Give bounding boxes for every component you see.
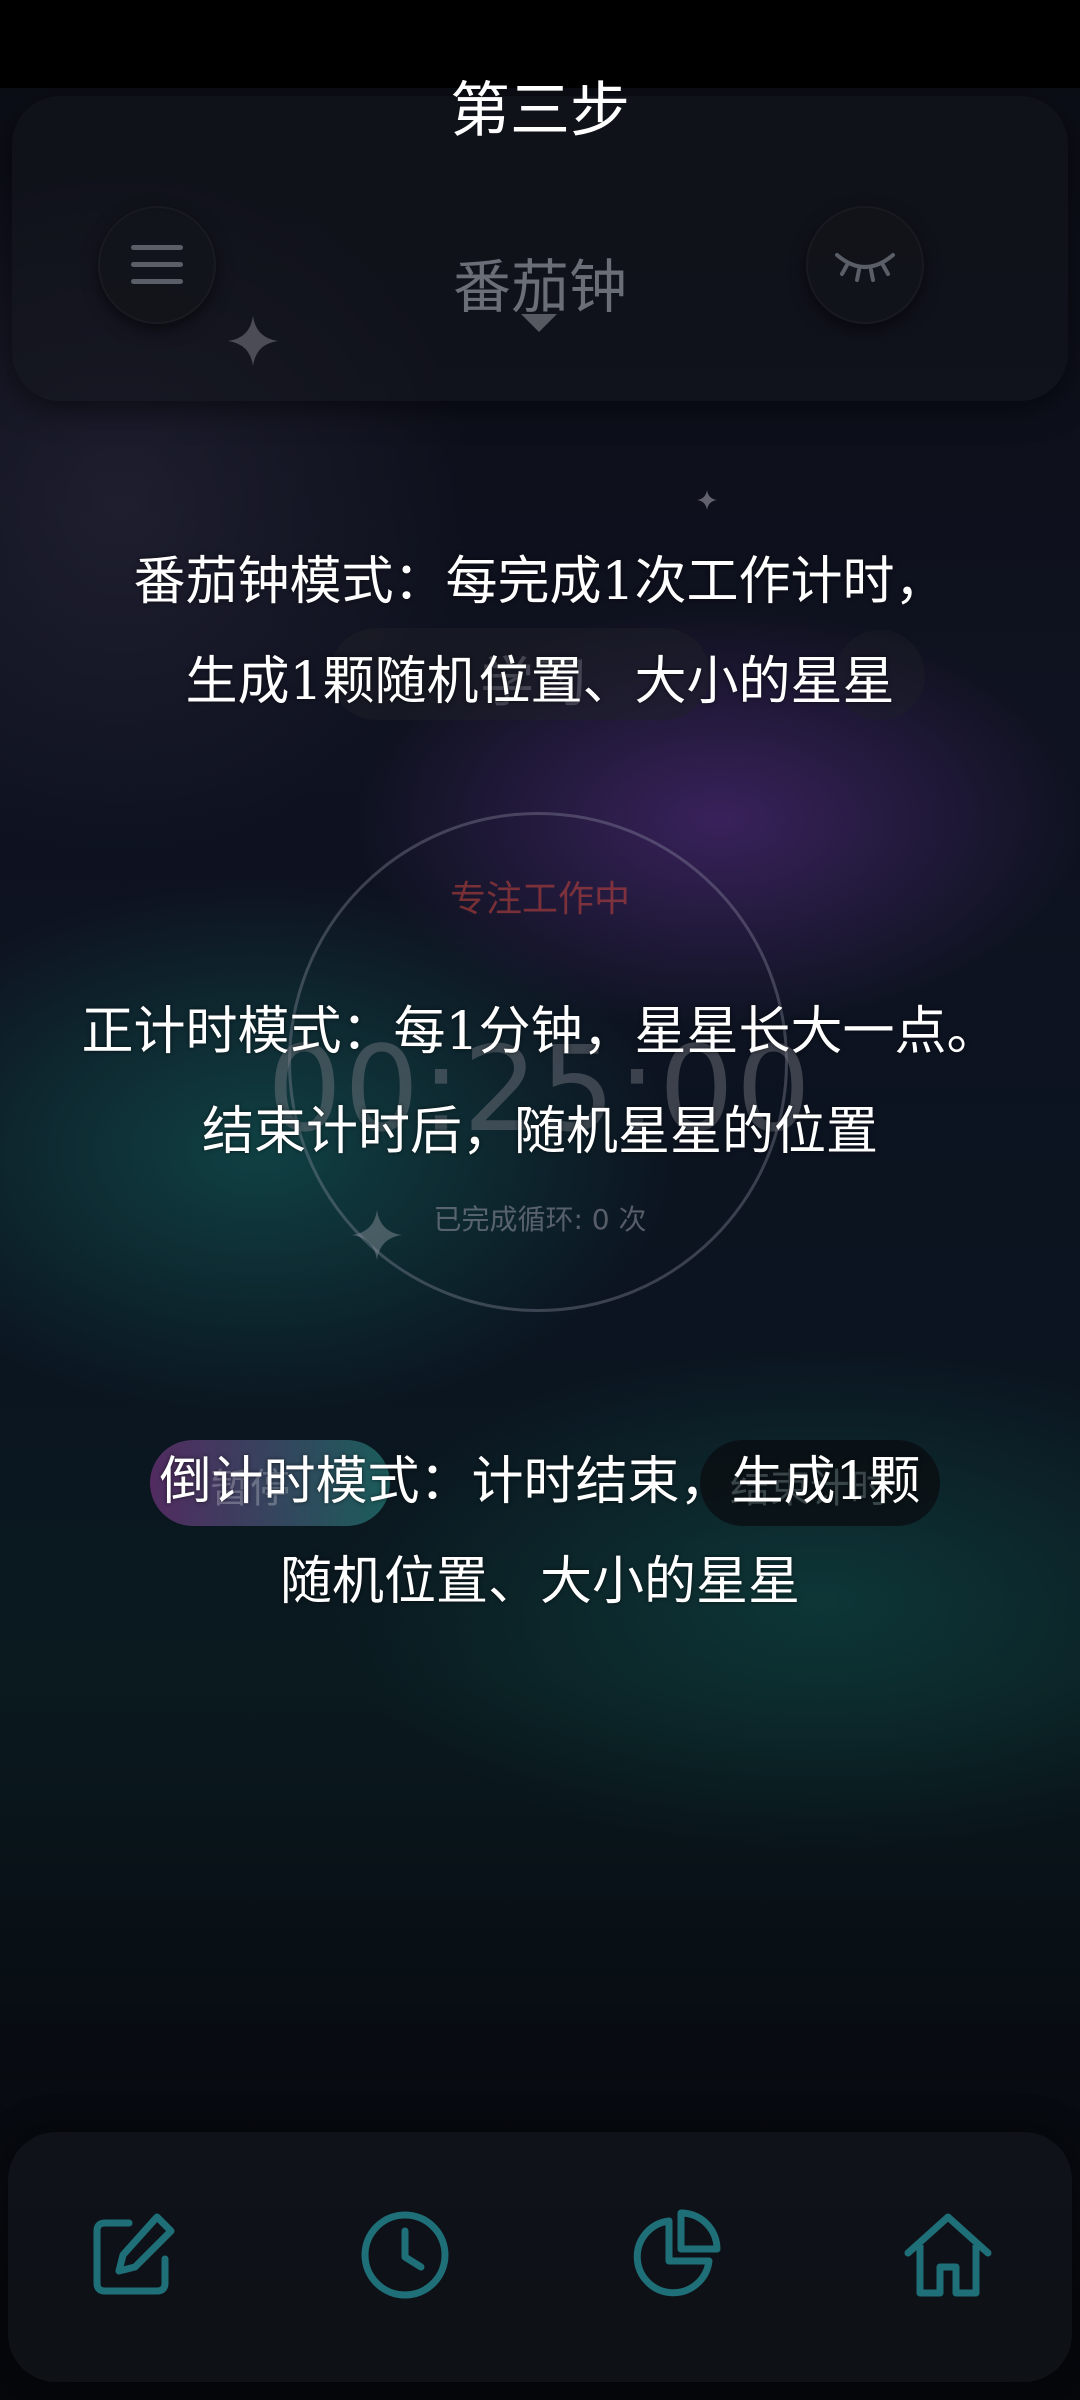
screen: 第三步 番茄钟 学习 专注工作中 00:25:00 已完成循环: 0 次 暂停 …: [0, 0, 1080, 2400]
nav-stats-button[interactable]: [620, 2200, 730, 2310]
instruction-line: 随机位置、大小的星星: [279, 1552, 800, 1612]
nav-timer-button[interactable]: [350, 2200, 460, 2310]
instruction-countup: 正计时模式：每1分钟，星星长大一点。 结束计时后，随机星星的位置: [0, 982, 1080, 1182]
eye-closed-icon: [835, 253, 895, 282]
instruction-line: 倒计时模式：计时结束，生成1颗: [159, 1452, 921, 1512]
instruction-line: 正计时模式：每1分钟，星星长大一点。: [81, 1002, 999, 1062]
edit-icon: [93, 2213, 175, 2295]
clock-icon: [361, 2211, 449, 2299]
nav-home-button[interactable]: [893, 2200, 1003, 2310]
instruction-line: 结束计时后，随机星星的位置: [201, 1102, 878, 1162]
step-title: 第三步: [450, 76, 630, 146]
timer-status: 专注工作中: [449, 879, 630, 920]
cycles-count: 已完成循环: 0 次: [433, 1203, 647, 1236]
eye-toggle-button[interactable]: [806, 206, 924, 324]
sparkle-icon: [697, 490, 717, 510]
sparkle-icon: [228, 316, 278, 366]
instruction-pomodoro: 番茄钟模式：每完成1次工作计时， 生成1颗随机位置、大小的星星: [0, 532, 1080, 732]
chevron-down-icon[interactable]: [521, 314, 557, 332]
pie-chart-icon: [633, 2209, 721, 2297]
instruction-line: 生成1颗随机位置、大小的星星: [185, 652, 895, 712]
nav-edit-button[interactable]: [78, 2200, 188, 2310]
instruction-countdown: 倒计时模式：计时结束，生成1颗 随机位置、大小的星星: [0, 1432, 1080, 1632]
instruction-line: 番茄钟模式：每完成1次工作计时，: [133, 552, 947, 612]
home-icon: [904, 2213, 992, 2297]
